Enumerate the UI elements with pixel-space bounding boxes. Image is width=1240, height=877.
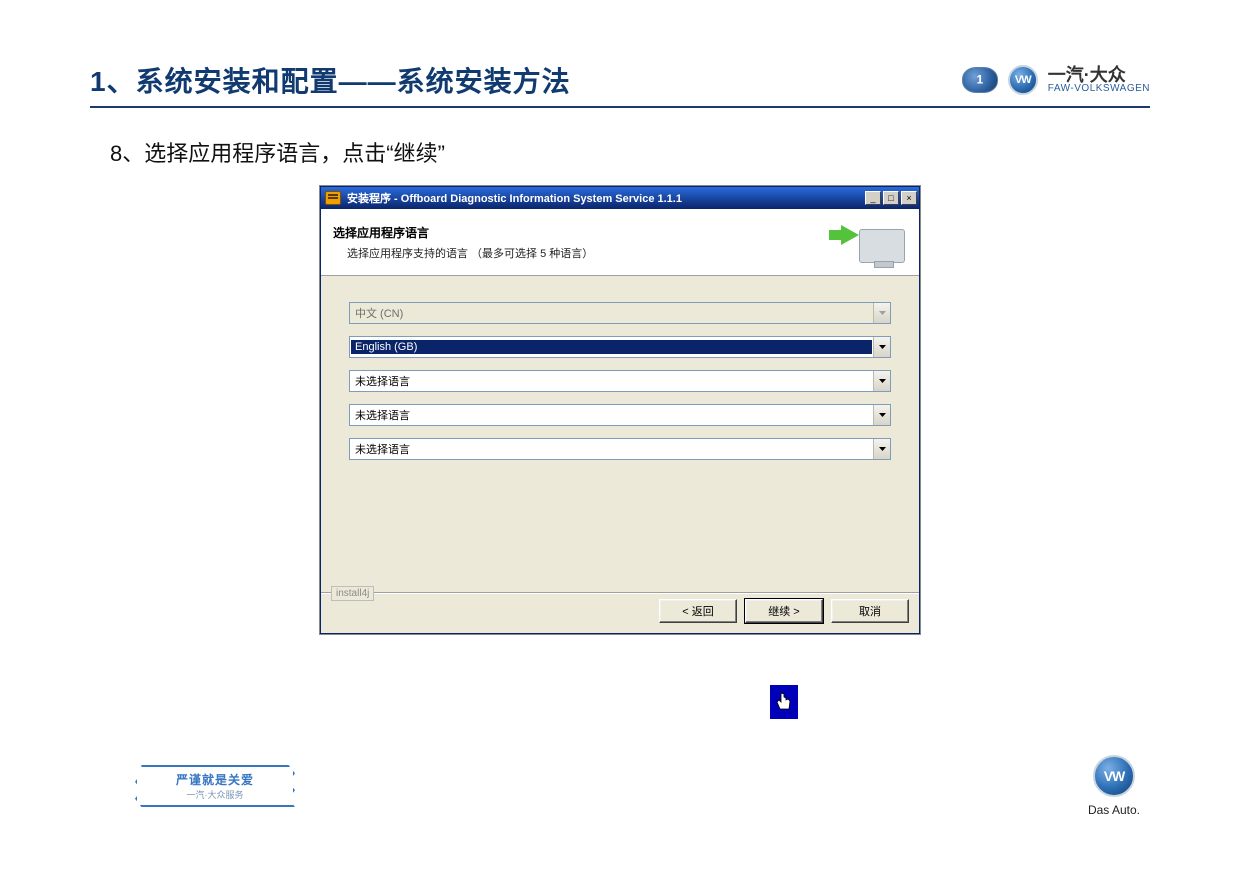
combo-value: 未选择语言 bbox=[350, 407, 873, 423]
faw-logo-icon bbox=[962, 67, 998, 93]
language-combo-5[interactable]: 未选择语言 bbox=[349, 438, 891, 460]
brand-cn: 一汽·大众 bbox=[1048, 66, 1150, 84]
next-button[interactable]: 继续 > bbox=[745, 599, 823, 623]
badge-sub: 一汽·大众服务 bbox=[187, 788, 244, 801]
maximize-button[interactable]: □ bbox=[883, 191, 899, 205]
combo-value: 未选择语言 bbox=[350, 441, 873, 457]
titlebar-buttons: _ □ × bbox=[865, 191, 917, 205]
cursor-pointer-icon bbox=[770, 685, 798, 719]
install4j-label: install4j bbox=[331, 586, 374, 601]
vw-logo-icon: VW bbox=[1008, 65, 1038, 95]
language-combo-1[interactable]: 中文 (CN) bbox=[349, 302, 891, 324]
window-titlebar[interactable]: 安装程序 - Offboard Diagnostic Information S… bbox=[321, 187, 919, 209]
language-combo-4[interactable]: 未选择语言 bbox=[349, 404, 891, 426]
monitor-icon bbox=[859, 229, 905, 263]
installer-window: 安装程序 - Offboard Diagnostic Information S… bbox=[320, 186, 920, 634]
combo-value: 中文 (CN) bbox=[350, 305, 873, 321]
arrow-icon bbox=[841, 225, 859, 245]
banner-subtitle: 选择应用程序支持的语言 （最多可选择 5 种语言） bbox=[333, 245, 837, 261]
window-title: 安装程序 - Offboard Diagnostic Information S… bbox=[347, 190, 865, 206]
chevron-down-icon[interactable] bbox=[873, 405, 890, 425]
wizard-content: 中文 (CN) English (GB) 未选择语言 未选择语言 未选择语言 bbox=[321, 276, 919, 482]
banner-title: 选择应用程序语言 bbox=[333, 224, 837, 241]
banner-graphic bbox=[837, 217, 907, 267]
combo-value: 未选择语言 bbox=[350, 373, 873, 389]
cancel-button[interactable]: 取消 bbox=[831, 599, 909, 623]
minimize-button[interactable]: _ bbox=[865, 191, 881, 205]
language-combo-3[interactable]: 未选择语言 bbox=[349, 370, 891, 392]
wizard-banner: 选择应用程序语言 选择应用程序支持的语言 （最多可选择 5 种语言） bbox=[321, 209, 919, 276]
chevron-down-icon[interactable] bbox=[873, 303, 890, 323]
das-auto-text: Das Auto. bbox=[1088, 803, 1140, 817]
banner-text: 选择应用程序语言 选择应用程序支持的语言 （最多可选择 5 种语言） bbox=[333, 224, 837, 261]
wizard-footer: install4j < 返回 继续 > 取消 bbox=[321, 593, 919, 633]
brand-en: FAW-VOLKSWAGEN bbox=[1048, 84, 1150, 94]
bottom-right-brand: VW Das Auto. bbox=[1088, 755, 1140, 817]
slide: 1、系统安装和配置——系统安装方法 VW 一汽·大众 FAW-VOLKSWAGE… bbox=[0, 0, 1240, 877]
language-combo-2[interactable]: English (GB) bbox=[349, 336, 891, 358]
slide-header: 1、系统安装和配置——系统安装方法 VW 一汽·大众 FAW-VOLKSWAGE… bbox=[90, 60, 1150, 108]
step-instruction: 8、选择应用程序语言，点击“继续” bbox=[110, 136, 1150, 168]
chevron-down-icon[interactable] bbox=[873, 337, 890, 357]
close-button[interactable]: × bbox=[901, 191, 917, 205]
combo-value: English (GB) bbox=[351, 340, 872, 354]
chevron-down-icon[interactable] bbox=[873, 371, 890, 391]
service-badge: 严谨就是关爱 一汽·大众服务 bbox=[135, 765, 295, 807]
vw-logo-icon: VW bbox=[1093, 755, 1135, 797]
back-button[interactable]: < 返回 bbox=[659, 599, 737, 623]
slide-title: 1、系统安装和配置——系统安装方法 bbox=[90, 60, 571, 100]
chevron-down-icon[interactable] bbox=[873, 439, 890, 459]
badge-main: 严谨就是关爱 bbox=[176, 771, 254, 788]
installer-icon bbox=[325, 191, 341, 205]
brand-block: VW 一汽·大众 FAW-VOLKSWAGEN bbox=[962, 65, 1150, 95]
brand-text: 一汽·大众 FAW-VOLKSWAGEN bbox=[1048, 66, 1150, 94]
